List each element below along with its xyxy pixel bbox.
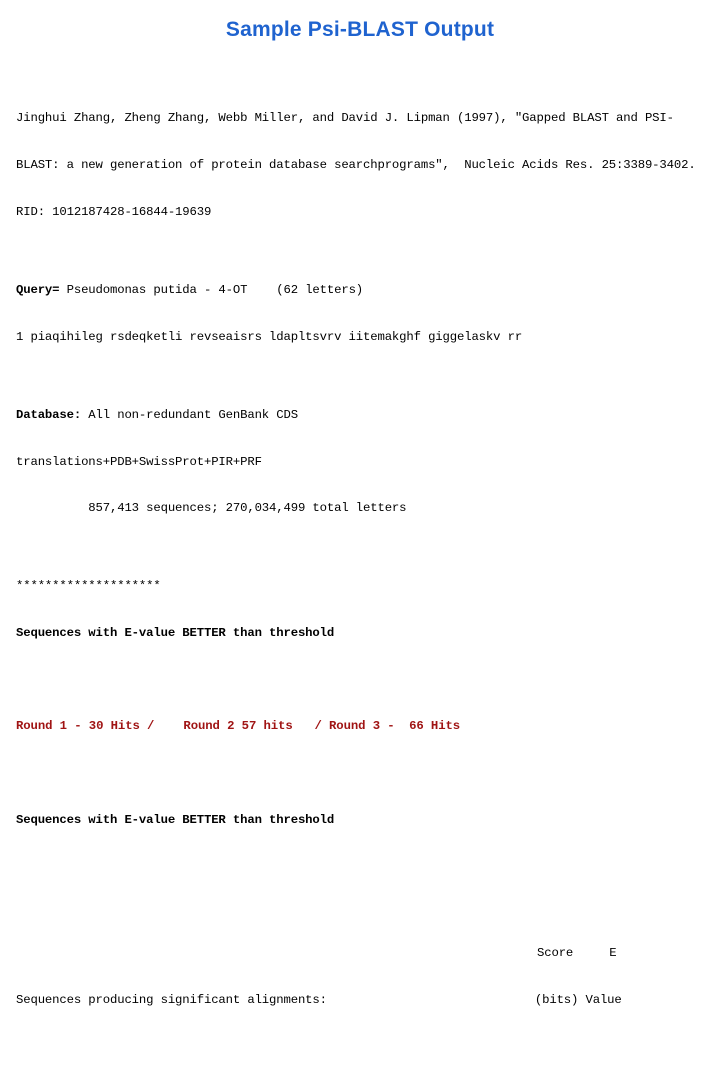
database-line-2: translations+PDB+SwissProt+PIR+PRF [16, 455, 714, 471]
table-header-right-1: Score E [537, 946, 617, 960]
section-heading-better-2: Sequences with E-value BETTER than thres… [16, 813, 714, 829]
table-header-row-1: Score E [16, 946, 714, 962]
blast-report-body: Jinghui Zhang, Zheng Zhang, Webb Miller,… [0, 49, 720, 1080]
table-header-row-2: Sequences producing significant alignmen… [16, 993, 714, 1009]
table-header-left-2: Sequences producing significant alignmen… [16, 993, 327, 1007]
star-separator-top: ******************** [16, 579, 714, 595]
request-id: RID: 1012187428-16844-19639 [16, 205, 714, 221]
table-header-right-2: (bits) Value [535, 993, 622, 1007]
citation-line-2: BLAST: a new generation of protein datab… [16, 158, 714, 174]
page-header: Sample Psi-BLAST Output [0, 0, 720, 49]
database-value: All non-redundant GenBank CDS [81, 408, 298, 422]
database-stats: 857,413 sequences; 270,034,499 total let… [16, 501, 714, 517]
hit-list-better-1: gi|6624277|dbj|BAA88507.1|(AB029044) 4-o… [16, 1071, 714, 1080]
citation-line-1: Jinghui Zhang, Zheng Zhang, Webb Miller,… [16, 111, 714, 127]
database-label: Database: [16, 408, 81, 422]
page-title: Sample Psi-BLAST Output [0, 18, 720, 41]
query-value: Pseudomonas putida - 4-OT (62 letters) [59, 283, 363, 297]
round-summary: Round 1 - 30 Hits / Round 2 57 hits / Ro… [16, 719, 714, 735]
psi-blast-output-page: Sample Psi-BLAST Output Jinghui Zhang, Z… [0, 0, 720, 540]
query-sequence: 1 piaqihileg rsdeqketli revseaisrs ldapl… [16, 330, 714, 346]
query-label: Query= [16, 283, 59, 297]
spacer [16, 875, 714, 883]
section-heading-better-1: Sequences with E-value BETTER than thres… [16, 626, 714, 642]
query-line: Query= Pseudomonas putida - 4-OT (62 let… [16, 283, 714, 299]
database-line: Database: All non-redundant GenBank CDS [16, 408, 714, 424]
